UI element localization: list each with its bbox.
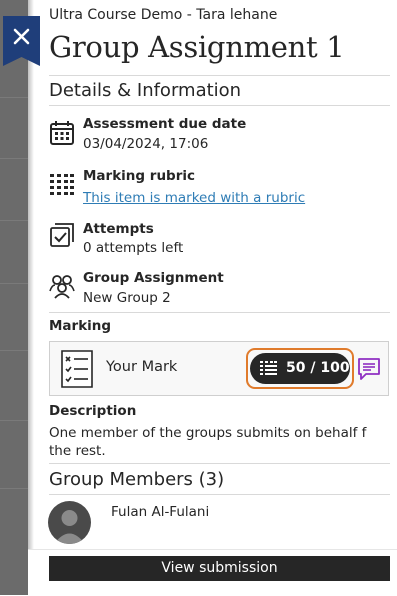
rubric-link[interactable]: This item is marked with a rubric bbox=[83, 190, 305, 206]
group-members-heading: Group Members (3) bbox=[49, 469, 225, 490]
group-label: Group Assignment bbox=[83, 270, 224, 286]
feedback-icon[interactable] bbox=[357, 357, 381, 381]
group-icon bbox=[49, 275, 75, 299]
divider bbox=[49, 105, 390, 106]
due-date-value: 03/04/2024, 17:06 bbox=[83, 136, 209, 152]
group-value: New Group 2 bbox=[83, 290, 171, 306]
background-overlay bbox=[0, 0, 28, 595]
close-icon bbox=[3, 16, 40, 66]
grade-value: 50 / 100 bbox=[286, 360, 350, 376]
description-text: One member of the groups submits on beha… bbox=[49, 425, 367, 459]
due-date-label: Assessment due date bbox=[83, 116, 247, 132]
marking-label: Marking bbox=[49, 318, 112, 334]
marked-paper-icon bbox=[61, 350, 93, 388]
divider bbox=[49, 494, 390, 495]
avatar bbox=[48, 501, 91, 544]
course-name: Ultra Course Demo - Tara lehane bbox=[49, 7, 278, 23]
calendar-icon bbox=[50, 121, 74, 145]
rubric-icon bbox=[50, 174, 74, 195]
attempts-icon bbox=[50, 223, 74, 247]
divider bbox=[49, 75, 390, 76]
rubric-label: Marking rubric bbox=[83, 168, 196, 184]
user-silhouette-icon bbox=[54, 510, 85, 544]
attempts-label: Attempts bbox=[83, 221, 154, 237]
close-button[interactable] bbox=[3, 16, 40, 66]
attempts-value: 0 attempts left bbox=[83, 240, 184, 256]
your-mark-label: Your Mark bbox=[106, 359, 178, 375]
divider bbox=[49, 463, 390, 464]
member-name: Fulan Al-Fulani bbox=[111, 504, 210, 520]
details-heading: Details & Information bbox=[49, 80, 242, 101]
view-submission-button[interactable]: View submission bbox=[49, 556, 390, 581]
description-label: Description bbox=[49, 403, 137, 419]
divider bbox=[49, 312, 390, 313]
page-title: Group Assignment 1 bbox=[49, 30, 345, 64]
rubric-icon bbox=[260, 361, 277, 375]
